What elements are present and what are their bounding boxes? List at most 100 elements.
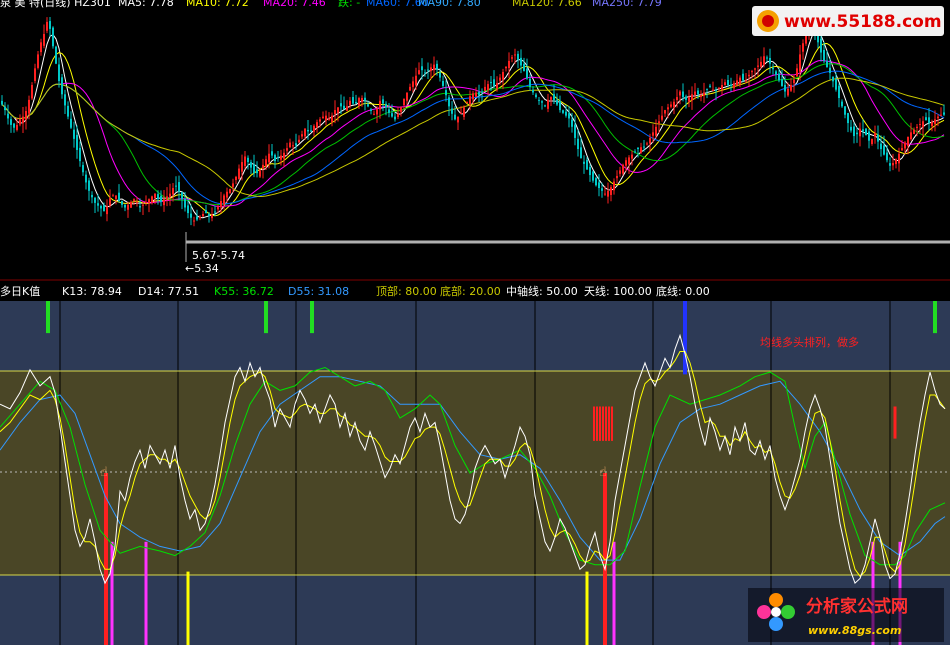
candle-body <box>49 21 51 29</box>
candle-body <box>85 174 87 183</box>
candle-body <box>658 121 660 124</box>
candle-body <box>865 128 867 136</box>
candle-body <box>640 147 642 153</box>
candle-body <box>328 118 330 120</box>
candle-body <box>838 85 840 99</box>
candle-body <box>823 49 825 61</box>
candle-body <box>373 113 375 115</box>
candle-body <box>673 101 675 108</box>
candle-body <box>391 113 393 117</box>
candle-body <box>874 133 876 137</box>
candle-body <box>169 193 171 197</box>
candle-body <box>616 175 618 179</box>
candle-body <box>532 89 534 93</box>
candle-body <box>223 195 225 205</box>
signal-bar <box>46 301 50 334</box>
candle-body <box>484 86 486 92</box>
candle-body <box>637 147 639 150</box>
candle-body <box>538 99 540 101</box>
candle-body <box>40 42 42 53</box>
candle-body <box>112 195 114 197</box>
candle-body <box>427 69 429 71</box>
candle-body <box>145 201 147 203</box>
candle-body <box>928 117 930 124</box>
candle-body <box>931 122 933 127</box>
header-item: 天线: 100.00 <box>584 284 652 298</box>
candle-body <box>517 53 519 60</box>
candle-body <box>439 72 441 78</box>
signal-bar <box>596 406 598 441</box>
candle-body <box>307 129 309 132</box>
candle-body <box>88 180 90 191</box>
candle-body <box>253 164 255 174</box>
candle-body <box>130 201 132 208</box>
candle-body <box>220 201 222 208</box>
candle-body <box>925 117 927 121</box>
candle-body <box>229 188 231 194</box>
candle-body <box>82 165 84 173</box>
candle-body <box>841 101 843 107</box>
candle-body <box>892 162 894 166</box>
candle-body <box>25 111 27 120</box>
signal-bar <box>893 406 897 439</box>
candle-body <box>661 115 663 120</box>
header-item: 底部: 20.00 <box>440 284 501 298</box>
candle-body <box>574 124 576 138</box>
candle-body <box>601 188 603 191</box>
candle-body <box>634 151 636 153</box>
candles <box>1 15 945 227</box>
candle-body <box>547 99 549 109</box>
candle-body <box>412 81 414 87</box>
candle-body <box>397 113 399 118</box>
candle-body <box>718 87 720 89</box>
candle-body <box>280 155 282 160</box>
candle-body <box>655 126 657 136</box>
candle-body <box>667 107 669 110</box>
header-item: K13: 78.94 <box>62 285 122 298</box>
candle-body <box>142 204 144 206</box>
header-item: MA90: 7.80 <box>418 0 481 9</box>
candle-body <box>553 94 555 100</box>
candle-body <box>739 77 741 85</box>
candle-body <box>37 54 39 68</box>
candle-body <box>268 153 270 163</box>
candle-body <box>694 91 696 96</box>
candle-body <box>457 116 459 123</box>
candle-body <box>298 139 300 143</box>
signal-bar <box>933 301 937 334</box>
candle-body <box>829 67 831 73</box>
candle-body <box>505 66 507 69</box>
candle-body <box>598 182 600 189</box>
candle-body <box>250 162 252 168</box>
candle-body <box>295 143 297 146</box>
header-item: MA250: 7.79 <box>592 0 662 9</box>
candle-body <box>235 176 237 181</box>
watermark-top-text: www.55188.com <box>784 12 942 32</box>
candle-body <box>400 107 402 112</box>
candle-body <box>688 97 690 102</box>
candle-body <box>118 192 120 202</box>
candle-body <box>70 118 72 128</box>
candle-body <box>703 92 705 96</box>
signal-bar <box>310 301 314 334</box>
candle-body <box>544 105 546 107</box>
candle-body <box>256 169 258 174</box>
signal-bar <box>144 541 148 645</box>
watermark-bottom: 分析家公式网 www.88gs.com <box>748 588 944 642</box>
header-item: MA120: 7.66 <box>512 0 582 9</box>
candle-body <box>604 193 606 195</box>
header-item: MA10: 7.72 <box>186 0 249 9</box>
candle-body <box>76 134 78 150</box>
candle-body <box>166 196 168 200</box>
candle-body <box>292 145 294 147</box>
ma-line <box>1 63 945 206</box>
price-header: 泉 美 特(日线) HZ301 MA5: 7.78 MA10: 7.72 MA20: … <box>0 0 662 9</box>
candle-body <box>691 94 693 101</box>
candle-body <box>178 182 180 192</box>
candle-body <box>139 206 141 208</box>
candle-body <box>592 171 594 181</box>
candle-body <box>916 126 918 129</box>
candle-body <box>664 110 666 114</box>
indicator-header: 多日K值 K13: 78.94 D14: 77.51 K55: 36.72 D55: 3… <box>0 284 710 298</box>
watermark-bottom-title: 分析家公式网 <box>806 596 908 617</box>
